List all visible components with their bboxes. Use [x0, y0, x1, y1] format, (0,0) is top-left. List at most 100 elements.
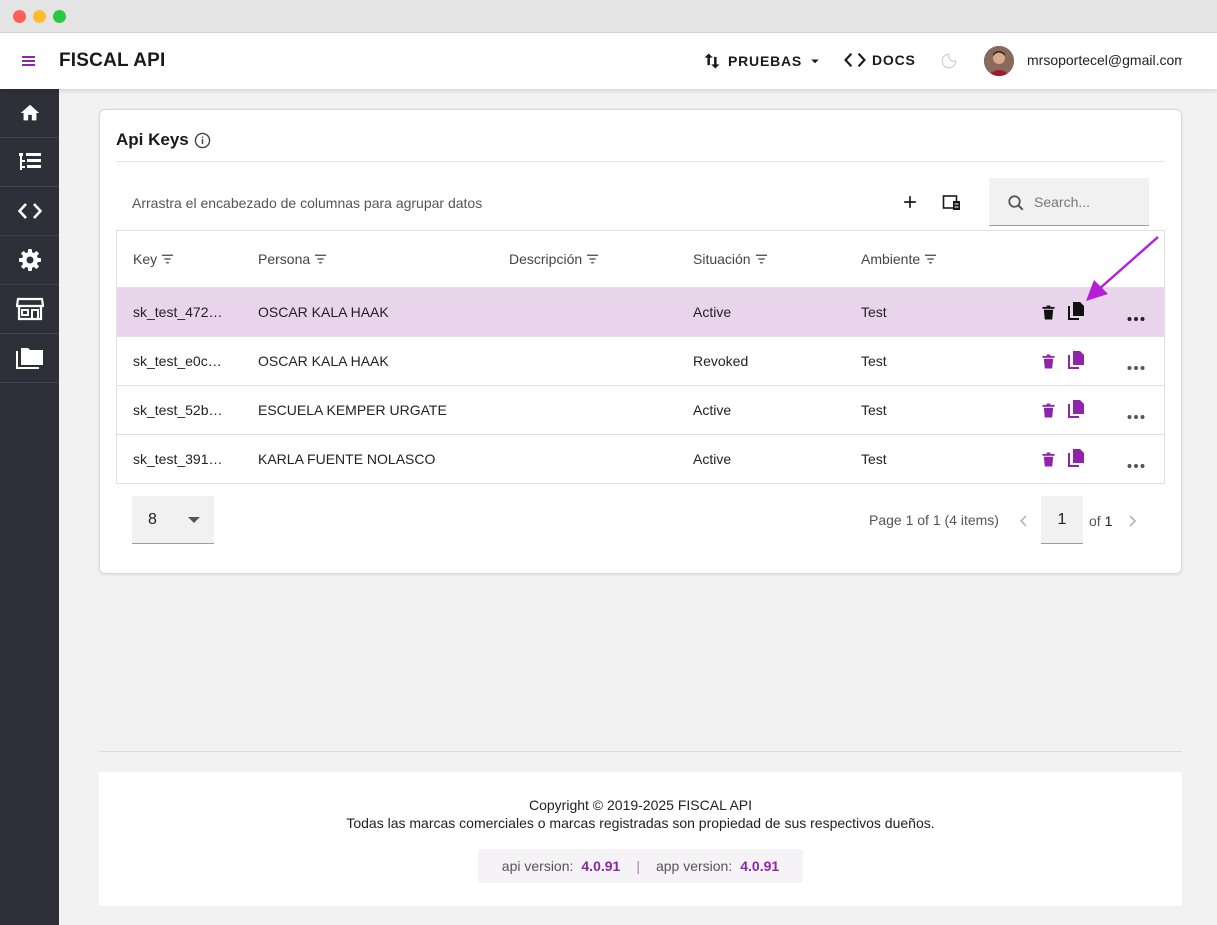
filter-icon[interactable]	[586, 253, 599, 265]
sidebar-item-tree[interactable]	[0, 138, 59, 187]
page-number-input[interactable]: 1	[1041, 496, 1083, 544]
more-options-button[interactable]	[1127, 309, 1145, 327]
copy-icon	[1068, 449, 1084, 467]
trash-icon	[1042, 403, 1055, 418]
search-input[interactable]	[1034, 191, 1142, 213]
filter-icon[interactable]	[755, 253, 768, 265]
sidebar-item-settings[interactable]	[0, 236, 59, 285]
moon-icon	[941, 53, 957, 69]
version-separator: |	[636, 858, 640, 874]
chevron-right-icon	[1129, 515, 1137, 527]
cell-persona: OSCAR KALA HAAK	[258, 304, 389, 320]
cell-ambiente: Test	[861, 451, 887, 467]
maximize-window-button[interactable]	[53, 10, 66, 23]
trash-icon	[1042, 305, 1055, 320]
next-page-button[interactable]	[1127, 514, 1137, 532]
more-options-button[interactable]	[1127, 456, 1145, 474]
sidebar-item-folders[interactable]	[0, 334, 59, 383]
column-header-key[interactable]: Key	[133, 251, 174, 267]
column-header-label: Situación	[693, 251, 751, 267]
info-icon	[194, 132, 211, 149]
footer: Copyright © 2019-2025 FISCAL API Todas l…	[99, 772, 1182, 906]
dark-mode-toggle[interactable]	[940, 52, 958, 75]
column-header-ambiente[interactable]: Ambiente	[861, 251, 937, 267]
tree-list-icon	[18, 153, 41, 170]
pruebas-label: PRUEBAS	[728, 53, 803, 69]
column-header-persona[interactable]: Persona	[258, 251, 327, 267]
column-header-label: Key	[133, 251, 158, 267]
docs-button[interactable]: DOCS	[844, 51, 916, 69]
table-row[interactable]: sk_test_4725e8a1 OSCAR KALA HAAK Active …	[117, 288, 1164, 337]
cell-persona: OSCAR KALA HAAK	[258, 353, 389, 369]
pruebas-menu-button[interactable]: PRUEBAS	[702, 51, 830, 71]
title-divider	[116, 161, 1165, 162]
column-chooser-icon	[942, 195, 960, 210]
user-avatar[interactable]	[984, 46, 1014, 76]
user-email[interactable]: mrsoportecel@gmail.com	[1027, 52, 1182, 68]
cell-key: sk_test_391bc6e5	[133, 451, 229, 467]
copy-key-button[interactable]	[1067, 399, 1085, 424]
folder-icon	[15, 348, 43, 369]
table-row[interactable]: sk_test_52be9f40 ESCUELA KEMPER URGATE A…	[117, 386, 1164, 435]
copy-key-button[interactable]	[1067, 448, 1085, 473]
search-icon	[1008, 195, 1024, 211]
delete-button[interactable]	[1042, 403, 1055, 423]
code-icon	[844, 52, 866, 68]
cell-ambiente: Test	[861, 304, 887, 320]
delete-button[interactable]	[1042, 452, 1055, 472]
close-window-button[interactable]	[13, 10, 26, 23]
filter-icon[interactable]	[314, 253, 327, 265]
docs-label: DOCS	[872, 52, 916, 68]
cell-situacion: Active	[693, 402, 732, 418]
page-title: Api Keys	[116, 130, 189, 149]
cell-key: sk_test_4725e8a1	[133, 304, 229, 320]
app-header: FISCAL API PRUEBAS DOCS mrsoportecel@gma…	[0, 33, 1217, 89]
table-row[interactable]: sk_test_e0c3b7d2 OSCAR KALA HAAK Revoked…	[117, 337, 1164, 386]
trash-icon	[1042, 354, 1055, 369]
cell-ambiente: Test	[861, 402, 887, 418]
caret-down-icon	[811, 59, 819, 64]
page-of-label: of	[1089, 513, 1101, 529]
table-row[interactable]: sk_test_391bc6e5 KARLA FUENTE NOLASCO Ac…	[117, 435, 1164, 484]
minimize-window-button[interactable]	[33, 10, 46, 23]
column-header-descripcion[interactable]: Descripción	[509, 251, 599, 267]
column-chooser-button[interactable]	[942, 194, 962, 217]
api-keys-card: Api Keys Arrastra el encabezado de colum…	[99, 109, 1182, 574]
copy-icon	[1068, 400, 1084, 418]
gear-icon	[18, 249, 41, 271]
sidebar-item-code[interactable]	[0, 187, 59, 236]
delete-button[interactable]	[1042, 354, 1055, 374]
hamburger-menu-icon[interactable]	[20, 53, 38, 69]
sidebar-item-home[interactable]	[0, 89, 59, 138]
app-version-value: 4.0.91	[740, 858, 780, 874]
sidebar-item-store[interactable]	[0, 285, 59, 334]
page-total-value: 1	[1104, 513, 1113, 529]
chevron-left-icon	[1019, 515, 1027, 527]
cell-ambiente: Test	[861, 353, 887, 369]
prev-page-button[interactable]	[1019, 514, 1029, 532]
column-header-label: Persona	[258, 251, 311, 267]
filter-icon[interactable]	[161, 253, 174, 265]
copy-key-button[interactable]	[1067, 350, 1085, 375]
more-options-button[interactable]	[1127, 407, 1145, 425]
page-size-select[interactable]: 8	[132, 496, 214, 544]
swap-vertical-icon	[704, 53, 720, 69]
trash-icon	[1042, 452, 1055, 467]
api-version-label: api version:	[501, 858, 574, 874]
more-options-button[interactable]	[1127, 358, 1145, 376]
sidebar	[0, 89, 59, 925]
copy-icon	[1068, 351, 1084, 369]
plus-icon	[904, 196, 916, 208]
info-button[interactable]	[194, 132, 211, 154]
add-api-key-button[interactable]	[900, 192, 920, 217]
cell-persona: ESCUELA KEMPER URGATE	[258, 402, 447, 418]
page-total: of 1	[1089, 513, 1112, 529]
search-field[interactable]	[989, 178, 1149, 226]
delete-button[interactable]	[1042, 305, 1055, 325]
filter-icon[interactable]	[924, 253, 937, 265]
group-panel-hint: Arrastra el encabezado de columnas para …	[132, 195, 483, 211]
cell-situacion: Revoked	[693, 353, 749, 369]
trademark-text: Todas las marcas comerciales o marcas re…	[346, 815, 935, 831]
api-keys-table: Key Persona Descripción Situación Ambien…	[116, 230, 1165, 484]
column-header-situacion[interactable]: Situación	[693, 251, 768, 267]
